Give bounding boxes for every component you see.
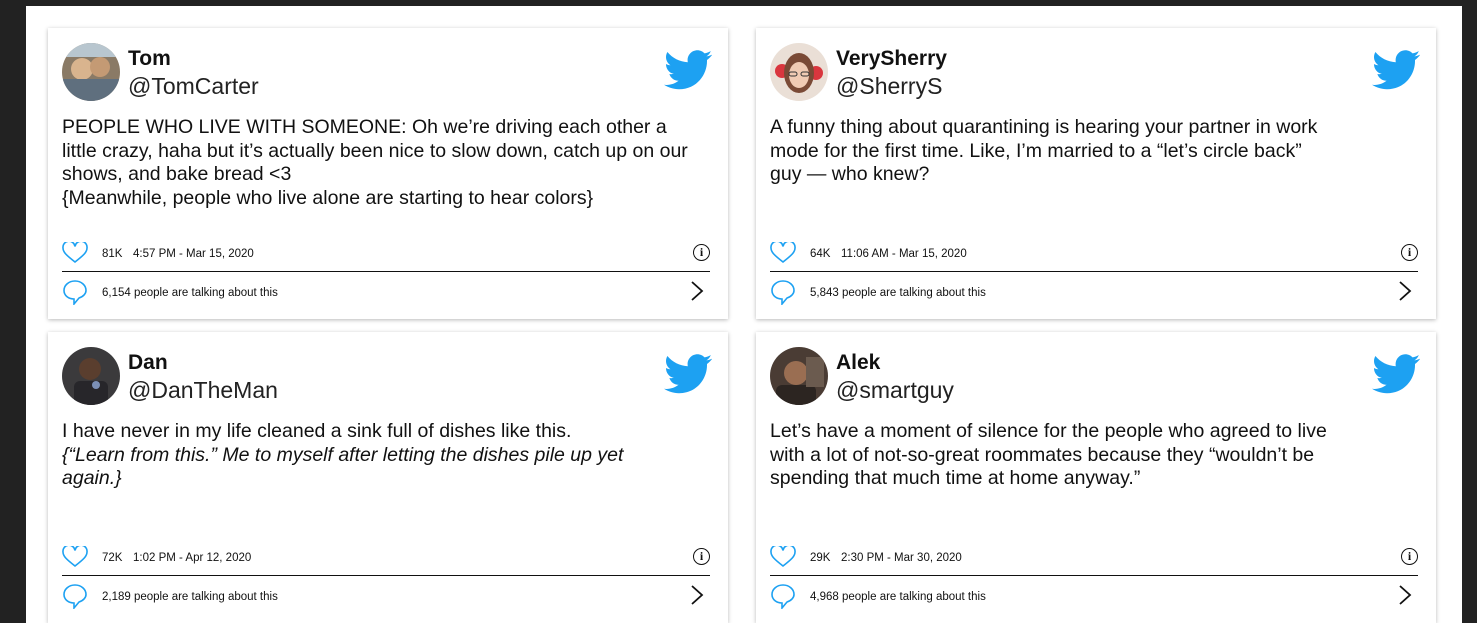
tweet-text-body: A funny thing about quarantining is hear… — [770, 116, 1318, 185]
divider — [770, 575, 1418, 576]
timestamp[interactable]: 11:06 AM - Mar 15, 2020 — [841, 248, 967, 260]
like-count: 81K — [102, 248, 123, 260]
author-handle[interactable]: @SherryS — [836, 73, 942, 99]
divider — [770, 271, 1418, 272]
info-icon[interactable]: i — [693, 548, 710, 565]
twitter-bird-icon[interactable] — [1372, 354, 1420, 394]
author-name[interactable]: VerySherry — [836, 48, 947, 70]
heart-icon[interactable] — [62, 242, 88, 264]
like-count: 29K — [810, 552, 831, 564]
tweet-meta: 81K 4:57 PM - Mar 15, 2020 i — [62, 242, 710, 266]
avatar[interactable] — [62, 347, 120, 405]
speech-bubble-icon[interactable] — [62, 279, 88, 305]
talking-count[interactable]: 2,189 people are talking about this — [102, 591, 278, 603]
speech-bubble-icon[interactable] — [770, 583, 796, 609]
tweet-grid: Tom @TomCarter PEOPLE WHO LIVE WITH SOME… — [26, 6, 1462, 623]
tweet-card-alek[interactable]: Alek @smartguy Let’s have a moment of si… — [756, 332, 1436, 623]
talking-count[interactable]: 6,154 people are talking about this — [102, 287, 278, 299]
info-icon[interactable]: i — [1401, 548, 1418, 565]
chevron-right-icon[interactable] — [690, 584, 704, 606]
author-name[interactable]: Dan — [128, 352, 168, 374]
tweet-card-dan[interactable]: Dan @DanTheMan I have never in my life c… — [48, 332, 728, 623]
like-count: 72K — [102, 552, 123, 564]
author-handle[interactable]: @TomCarter — [128, 73, 259, 99]
tweet-meta: 72K 1:02 PM - Apr 12, 2020 i — [62, 546, 710, 570]
chevron-right-icon[interactable] — [1398, 584, 1412, 606]
talking-count[interactable]: 4,968 people are talking about this — [810, 591, 986, 603]
chevron-right-icon[interactable] — [1398, 280, 1412, 302]
timestamp[interactable]: 4:57 PM - Mar 15, 2020 — [133, 248, 254, 260]
avatar[interactable] — [770, 347, 828, 405]
tweet-text-aside: {“Learn from this.” Me to myself after l… — [62, 443, 624, 490]
tweet-text: PEOPLE WHO LIVE WITH SOMEONE: Oh we’re d… — [62, 116, 692, 210]
info-icon[interactable]: i — [1401, 244, 1418, 261]
heart-icon[interactable] — [770, 546, 796, 568]
author-handle[interactable]: @DanTheMan — [128, 377, 278, 403]
tweet-text: Let’s have a moment of silence for the p… — [770, 420, 1340, 491]
avatar[interactable] — [770, 43, 828, 101]
author-handle[interactable]: @smartguy — [836, 377, 954, 403]
speech-bubble-icon[interactable] — [770, 279, 796, 305]
timestamp[interactable]: 2:30 PM - Mar 30, 2020 — [841, 552, 962, 564]
info-icon[interactable]: i — [693, 244, 710, 261]
tweet-card-verysherry[interactable]: VerySherry @SherryS A funny thing about … — [756, 28, 1436, 319]
tweet-card-tom[interactable]: Tom @TomCarter PEOPLE WHO LIVE WITH SOME… — [48, 28, 728, 319]
tweet-text-body: PEOPLE WHO LIVE WITH SOMEONE: Oh we’re d… — [62, 116, 688, 185]
tweet-text-body: I have never in my life cleaned a sink f… — [62, 420, 572, 442]
author-name[interactable]: Tom — [128, 48, 171, 70]
twitter-bird-icon[interactable] — [664, 50, 712, 90]
like-count: 64K — [810, 248, 831, 260]
tweet-meta: 29K 2:30 PM - Mar 30, 2020 i — [770, 546, 1418, 570]
conversation-row[interactable]: 2,189 people are talking about this — [62, 583, 710, 609]
author-name[interactable]: Alek — [836, 352, 880, 374]
tweet-meta: 64K 11:06 AM - Mar 15, 2020 i — [770, 242, 1418, 266]
talking-count[interactable]: 5,843 people are talking about this — [810, 287, 986, 299]
timestamp[interactable]: 1:02 PM - Apr 12, 2020 — [133, 552, 251, 564]
tweet-text: A funny thing about quarantining is hear… — [770, 116, 1330, 187]
heart-icon[interactable] — [770, 242, 796, 264]
conversation-row[interactable]: 4,968 people are talking about this — [770, 583, 1418, 609]
twitter-bird-icon[interactable] — [664, 354, 712, 394]
tweet-text-aside: {Meanwhile, people who live alone are st… — [62, 186, 594, 209]
chevron-right-icon[interactable] — [690, 280, 704, 302]
speech-bubble-icon[interactable] — [62, 583, 88, 609]
heart-icon[interactable] — [62, 546, 88, 568]
divider — [62, 271, 710, 272]
tweet-text: I have never in my life cleaned a sink f… — [62, 420, 652, 491]
avatar[interactable] — [62, 43, 120, 101]
conversation-row[interactable]: 5,843 people are talking about this — [770, 279, 1418, 305]
twitter-bird-icon[interactable] — [1372, 50, 1420, 90]
conversation-row[interactable]: 6,154 people are talking about this — [62, 279, 710, 305]
divider — [62, 575, 710, 576]
tweet-text-body: Let’s have a moment of silence for the p… — [770, 420, 1327, 489]
